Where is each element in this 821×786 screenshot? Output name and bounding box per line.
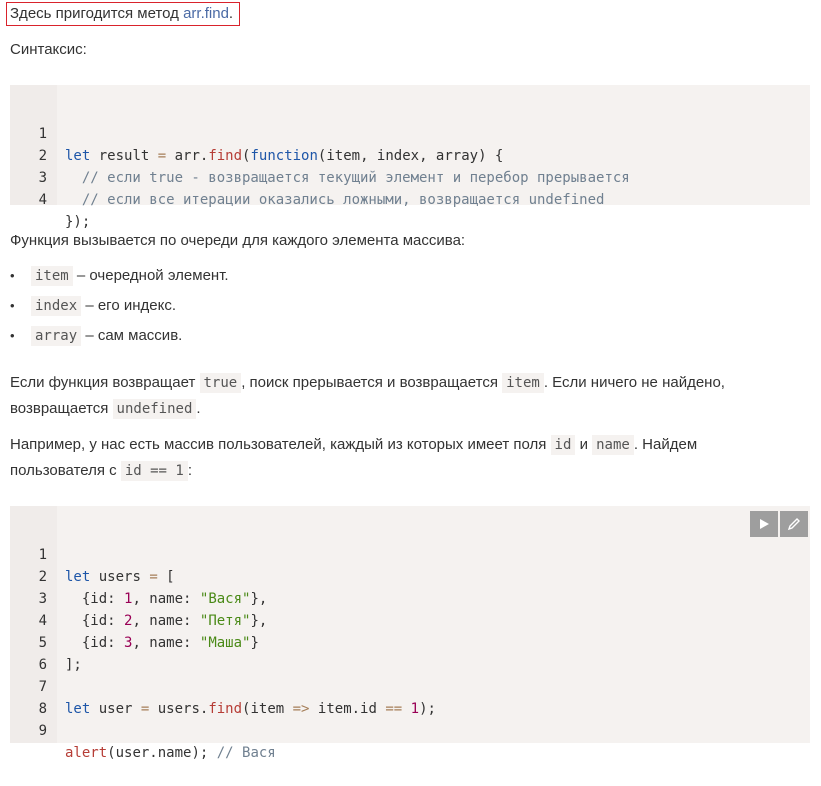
- intro-line: Здесь пригодится метод arr.find.: [6, 2, 241, 26]
- pencil-icon: [787, 518, 800, 531]
- intro-text: Здесь пригодится метод: [10, 5, 184, 22]
- code-line: 4 });: [38, 192, 91, 230]
- edit-button[interactable]: [780, 511, 808, 537]
- arr-find-link[interactable]: arr.find: [183, 5, 229, 22]
- code-line: 1 let users = [: [38, 547, 175, 585]
- syntax-code-block: 1 let result = arr.find(function(item, i…: [10, 85, 810, 230]
- code-line: 4 {id: 3, name: "Маша"}: [38, 613, 259, 651]
- return-paragraph: Если функция возвращает true, поиск прер…: [10, 373, 725, 419]
- bullet: •: [10, 328, 15, 343]
- code-line: 8: [38, 701, 47, 717]
- example-code-block: 1 let users = [ 2 {id: 1, name: "Вася"},…: [10, 506, 810, 761]
- example-paragraph: Например, у нас есть массив пользователе…: [10, 435, 698, 481]
- run-button[interactable]: [750, 511, 778, 537]
- code-line: 2 // если true - возвращается текущий эл…: [38, 148, 630, 186]
- code-line: 7 let user = users.find(item => item.id …: [38, 679, 436, 717]
- code-line: 1 let result = arr.find(function(item, i…: [38, 126, 504, 164]
- code-line: 9 alert(user.name); // Вася: [38, 723, 276, 761]
- code-line: 3 // если все итерации оказались ложными…: [38, 170, 605, 208]
- syntax-heading: Синтаксис:: [10, 41, 87, 58]
- code-line: 5 ];: [38, 635, 82, 673]
- play-icon: [760, 519, 769, 529]
- function-description: Функция вызывается по очереди для каждог…: [10, 232, 466, 249]
- code-line: 3 {id: 2, name: "Петя"},: [38, 591, 268, 629]
- code-line: 2 {id: 1, name: "Вася"},: [38, 569, 268, 607]
- bullet: •: [10, 268, 15, 283]
- bullet: •: [10, 298, 15, 313]
- code-line: 6: [38, 657, 47, 673]
